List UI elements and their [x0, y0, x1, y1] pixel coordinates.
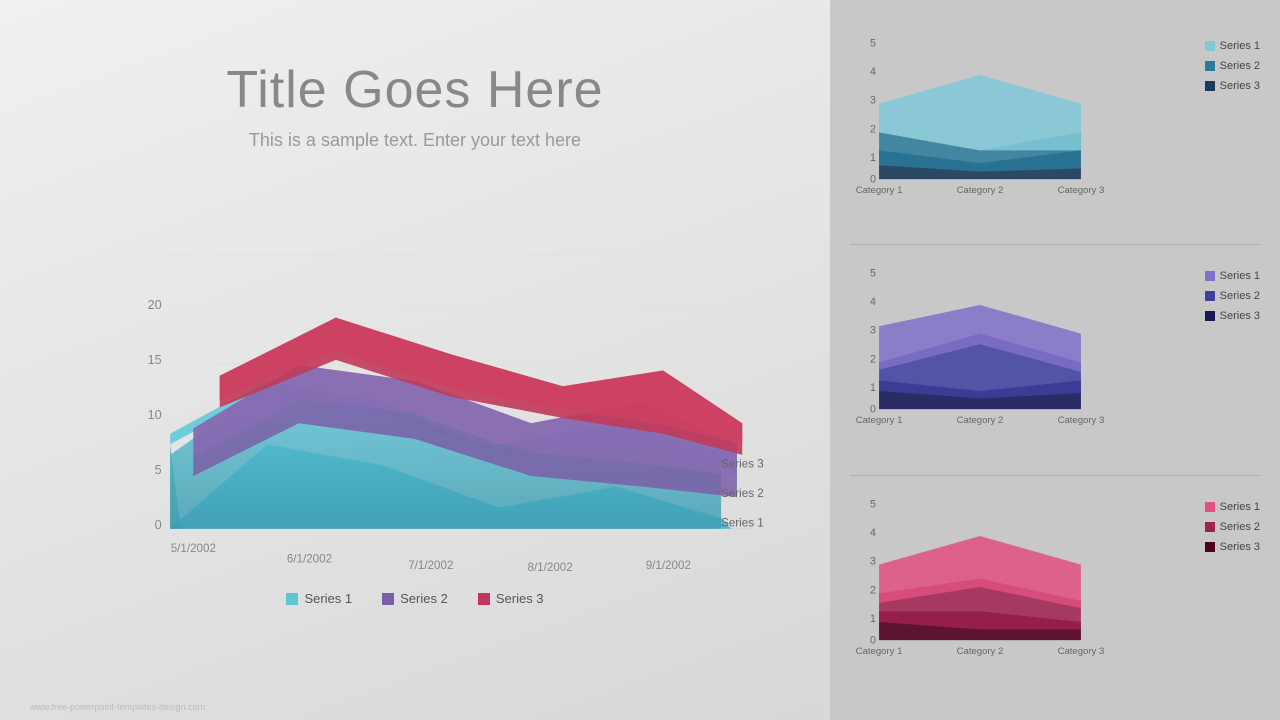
svg-text:5: 5	[870, 37, 876, 49]
legend-series1: Series 1	[286, 591, 352, 606]
svg-text:4: 4	[870, 66, 876, 78]
mini-legend-purple-s2: Series 2	[1205, 290, 1260, 302]
svg-text:Category 2: Category 2	[957, 415, 1004, 425]
mini-chart-purple-svg-wrap: 5 4 3 2 1 0 Categor	[850, 255, 1195, 430]
mini-chart-pink-svg-wrap: 5 4 3 2 1 0 Categor	[850, 486, 1195, 661]
mini-legend-blue-s1: Series 1	[1205, 40, 1260, 52]
svg-text:4: 4	[870, 296, 876, 308]
watermark: www.free-powerpoint-templates-design.com	[30, 702, 205, 712]
mini-legend-purple-s1: Series 1	[1205, 270, 1260, 282]
svg-text:2: 2	[870, 123, 876, 135]
right-panel: 5 4 3 2 1 0	[830, 0, 1280, 720]
mini-legend-color-purple-s3	[1205, 311, 1215, 321]
svg-text:0: 0	[155, 518, 162, 532]
mini-legend-color-purple-s2	[1205, 291, 1215, 301]
svg-text:Category 1: Category 1	[856, 646, 903, 656]
svg-text:8/1/2002: 8/1/2002	[528, 561, 573, 571]
mini-chart-blue: 5 4 3 2 1 0	[850, 15, 1260, 245]
mini-chart-blue-svg-wrap: 5 4 3 2 1 0	[850, 25, 1195, 200]
svg-text:9/1/2002: 9/1/2002	[646, 559, 691, 571]
legend-color-series3	[478, 593, 490, 605]
svg-text:Series 3: Series 3	[721, 458, 764, 471]
svg-text:Category 2: Category 2	[957, 646, 1004, 656]
mini-legend-color-pink-s1	[1205, 502, 1215, 512]
svg-text:5: 5	[155, 463, 162, 477]
legend-series3: Series 3	[478, 591, 544, 606]
svg-text:Series 2: Series 2	[721, 487, 764, 500]
mini-chart-purple: 5 4 3 2 1 0 Categor	[850, 245, 1260, 475]
mini-chart-pink: 5 4 3 2 1 0 Categor	[850, 476, 1260, 705]
svg-text:1: 1	[870, 152, 876, 164]
main-chart-legend: Series 1 Series 2 Series 3	[55, 591, 775, 606]
legend-label-series1: Series 1	[304, 591, 352, 606]
mini-chart-purple-svg: 5 4 3 2 1 0 Categor	[850, 255, 1110, 425]
svg-text:6/1/2002: 6/1/2002	[287, 553, 332, 566]
mini-legend-label-blue-s2: Series 2	[1220, 60, 1260, 72]
svg-text:Category 3: Category 3	[1058, 185, 1105, 195]
main-chart: 0 5 10 15 20	[55, 191, 775, 571]
svg-text:Category 3: Category 3	[1058, 415, 1105, 425]
mini-legend-pink-s2: Series 2	[1205, 521, 1260, 533]
svg-text:0: 0	[870, 173, 876, 185]
svg-text:20: 20	[148, 298, 162, 312]
svg-text:0: 0	[870, 404, 876, 416]
mini-chart-blue-svg: 5 4 3 2 1 0	[850, 25, 1110, 195]
svg-text:Series 1: Series 1	[721, 517, 764, 530]
mini-legend-color-blue-s2	[1205, 61, 1215, 71]
svg-text:3: 3	[870, 325, 876, 337]
svg-text:3: 3	[870, 95, 876, 107]
mini-legend-purple: Series 1 Series 2 Series 3	[1195, 255, 1260, 322]
mini-legend-label-pink-s3: Series 3	[1220, 541, 1260, 553]
left-panel: Title Goes Here This is a sample text. E…	[0, 0, 830, 720]
subtitle-text: This is a sample text. Enter your text h…	[249, 130, 581, 151]
svg-text:15: 15	[148, 353, 162, 367]
mini-legend-color-purple-s1	[1205, 271, 1215, 281]
page-title: Title Goes Here	[226, 60, 603, 120]
mini-legend-blue: Series 1 Series 2 Series 3	[1195, 25, 1260, 92]
mini-legend-label-purple-s1: Series 1	[1220, 270, 1260, 282]
mini-legend-pink-s1: Series 1	[1205, 501, 1260, 513]
svg-text:Category 2: Category 2	[957, 185, 1004, 195]
mini-legend-color-blue-s1	[1205, 41, 1215, 51]
svg-text:Category 3: Category 3	[1058, 646, 1105, 656]
legend-color-series2	[382, 593, 394, 605]
svg-text:2: 2	[870, 354, 876, 366]
legend-label-series2: Series 2	[400, 591, 448, 606]
svg-text:5: 5	[870, 498, 876, 510]
svg-text:2: 2	[870, 584, 876, 596]
mini-legend-label-purple-s3: Series 3	[1220, 310, 1260, 322]
mini-legend-color-pink-s3	[1205, 542, 1215, 552]
legend-series2: Series 2	[382, 591, 448, 606]
svg-text:5/1/2002: 5/1/2002	[171, 542, 216, 555]
svg-text:4: 4	[870, 527, 876, 539]
mini-legend-pink: Series 1 Series 2 Series 3	[1195, 486, 1260, 553]
svg-text:5: 5	[870, 268, 876, 280]
mini-legend-purple-s3: Series 3	[1205, 310, 1260, 322]
mini-legend-label-purple-s2: Series 2	[1220, 290, 1260, 302]
mini-legend-blue-s2: Series 2	[1205, 60, 1260, 72]
svg-text:1: 1	[870, 382, 876, 394]
mini-legend-label-pink-s2: Series 2	[1220, 521, 1260, 533]
svg-text:10: 10	[148, 408, 162, 422]
svg-text:3: 3	[870, 555, 876, 567]
svg-text:7/1/2002: 7/1/2002	[408, 559, 453, 571]
mini-legend-color-blue-s3	[1205, 81, 1215, 91]
legend-color-series1	[286, 593, 298, 605]
mini-legend-label-blue-s1: Series 1	[1220, 40, 1260, 52]
mini-legend-pink-s3: Series 3	[1205, 541, 1260, 553]
mini-legend-label-blue-s3: Series 3	[1220, 80, 1260, 92]
main-chart-svg: 0 5 10 15 20	[55, 191, 775, 571]
svg-text:Category 1: Category 1	[856, 415, 903, 425]
mini-chart-pink-svg: 5 4 3 2 1 0 Categor	[850, 486, 1110, 656]
legend-label-series3: Series 3	[496, 591, 544, 606]
mini-legend-blue-s3: Series 3	[1205, 80, 1260, 92]
svg-text:Category 1: Category 1	[856, 185, 903, 195]
svg-text:1: 1	[870, 613, 876, 625]
mini-legend-color-pink-s2	[1205, 522, 1215, 532]
svg-text:0: 0	[870, 634, 876, 646]
mini-legend-label-pink-s1: Series 1	[1220, 501, 1260, 513]
